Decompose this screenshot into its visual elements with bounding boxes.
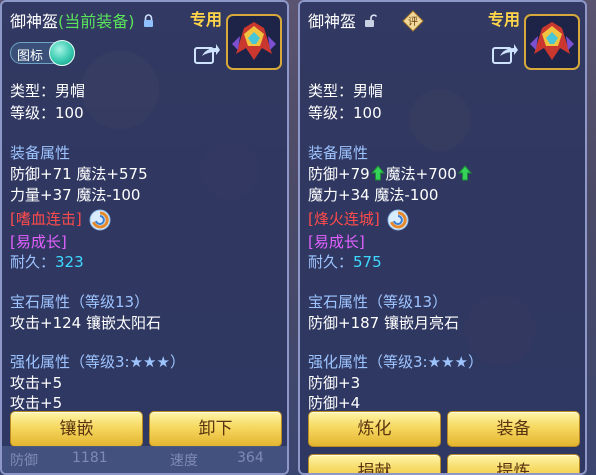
item-type: 类型：男帽 xyxy=(308,82,384,100)
gem-attr-header: 宝石属性（等级13） xyxy=(308,293,448,311)
equipped-item-panel: 御神盔(当前装备) 专用 图标 类型：男帽 等级：100 装备属性 防御+71 … xyxy=(0,0,289,475)
gem-attr-line: 防御+187 镶嵌月亮石 xyxy=(308,314,459,332)
durability-label: 耐久： xyxy=(10,253,56,271)
special-skill-row: [嗜血连击] xyxy=(10,208,111,231)
equipped-tag: (当前装备) xyxy=(58,12,135,31)
refine-button[interactable]: 炼化 xyxy=(308,411,441,447)
share-icon[interactable] xyxy=(194,42,220,64)
enhance-attr-1: 攻击+5 xyxy=(10,374,63,392)
equipment-attr-header: 装备属性 xyxy=(308,144,369,162)
compared-item-panel: 御神盔 评 专用 类型：男帽 等级：100 装备属性 防御+79 魔法+700 魔… xyxy=(298,0,587,475)
equipment-attr-1: 防御+71 魔法+575 xyxy=(10,165,148,183)
stats-strip: 防御 1181 速度 364 xyxy=(2,446,287,473)
unlock-icon[interactable] xyxy=(364,13,378,32)
gem-attr-line: 攻击+124 镶嵌太阳石 xyxy=(10,314,161,332)
donate-button[interactable]: 捐献 xyxy=(308,454,441,473)
enhance-attr-2: 防御+4 xyxy=(308,394,361,412)
special-skill[interactable]: [烽火连城] xyxy=(308,210,380,228)
rating-badge-text: 评 xyxy=(408,16,418,28)
extract-button[interactable]: 提炼 xyxy=(447,454,580,473)
unequip-button[interactable]: 卸下 xyxy=(149,411,282,447)
durability-label: 耐久： xyxy=(308,253,354,271)
lock-icon[interactable] xyxy=(143,13,154,32)
enhance-attr-2: 攻击+5 xyxy=(10,394,63,412)
special-effect: [易成长] xyxy=(308,233,365,251)
special-skill-row: [烽火连城] xyxy=(308,208,409,231)
exclusive-label: 专用 xyxy=(190,10,223,29)
gem-attr-header: 宝石属性（等级13） xyxy=(10,293,150,311)
equipment-attr-header: 装备属性 xyxy=(10,144,71,162)
icon-toggle[interactable]: 图标 xyxy=(10,40,75,66)
swirl-skill-icon[interactable] xyxy=(89,209,111,231)
exclusive-label: 专用 xyxy=(488,10,521,29)
icon-toggle-label: 图标 xyxy=(17,49,44,64)
enhance-attr-header: 强化属性（等级3:★★★） xyxy=(10,353,185,371)
special-skill[interactable]: [嗜血连击] xyxy=(10,210,82,228)
bg-speed-number: 364 xyxy=(237,450,264,466)
upgrade-arrow-icon xyxy=(370,165,385,185)
enhance-attr-header: 强化属性（等级3:★★★） xyxy=(308,353,483,371)
bg-speed-text: 速度 xyxy=(170,453,198,469)
equip-button[interactable]: 装备 xyxy=(447,411,580,447)
durability-row: 耐久：323 xyxy=(10,251,84,272)
equipment-attr-1b: 魔法+700 xyxy=(385,165,457,183)
item-type: 类型：男帽 xyxy=(10,82,86,100)
item-title: 御神盔(当前装备) xyxy=(10,8,154,32)
item-name: 御神盔 xyxy=(10,12,59,31)
item-level: 等级：100 xyxy=(10,104,84,122)
durability-value: 323 xyxy=(55,253,84,271)
durability-row: 耐久：575 xyxy=(308,251,382,272)
helmet-item-icon xyxy=(524,14,580,70)
item-name: 御神盔 xyxy=(308,12,357,31)
upgrade-arrow-icon xyxy=(457,165,472,185)
special-effect: [易成长] xyxy=(10,233,67,251)
equipment-attr-1-row: 防御+79 魔法+700 xyxy=(308,163,473,185)
toggle-knob xyxy=(49,40,75,66)
rating-badge-icon[interactable]: 评 xyxy=(402,10,424,32)
item-title: 御神盔 xyxy=(308,8,378,32)
equipment-attr-1a: 防御+79 xyxy=(308,165,370,183)
swirl-skill-icon[interactable] xyxy=(387,209,409,231)
enhance-attr-1: 防御+3 xyxy=(308,374,361,392)
share-icon[interactable] xyxy=(492,42,518,64)
durability-value: 575 xyxy=(353,253,382,271)
equipment-attr-2: 力量+37 魔法-100 xyxy=(10,186,141,204)
inlay-button[interactable]: 镶嵌 xyxy=(10,411,143,447)
equipment-attr-2: 魔力+34 魔法-100 xyxy=(308,186,439,204)
bg-defense-number: 1181 xyxy=(72,450,108,466)
helmet-item-icon xyxy=(226,14,282,70)
bg-defense-text: 防御 xyxy=(10,453,38,469)
item-level: 等级：100 xyxy=(308,104,382,122)
